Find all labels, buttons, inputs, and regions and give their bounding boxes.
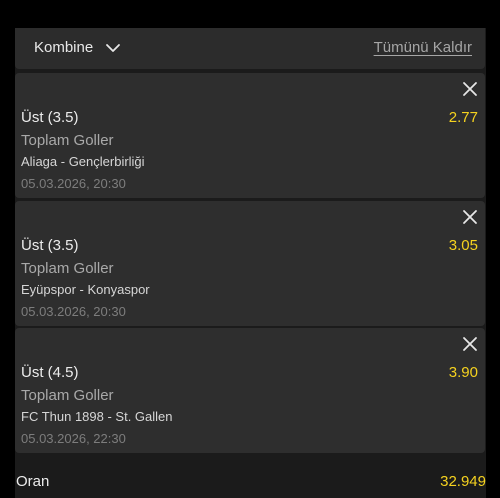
bet-market: Toplam Goller (21, 260, 114, 277)
bet-datetime: 05.03.2026, 20:30 (21, 304, 126, 319)
chevron-down-icon[interactable] (105, 40, 121, 56)
bet-selection: Üst (4.5) (21, 364, 79, 381)
bet-match: Eyüpspor - Konyaspor (21, 282, 150, 297)
close-icon[interactable] (462, 209, 478, 225)
bet-card: Üst (3.5) 3.05 Toplam Goller Eyüpspor - … (15, 201, 485, 326)
clear-all-link[interactable]: Tümünü Kaldır (374, 39, 472, 56)
bet-datetime: 05.03.2026, 22:30 (21, 431, 126, 446)
bet-match: Aliaga - Gençlerbirliği (21, 154, 145, 169)
bet-market: Toplam Goller (21, 132, 114, 149)
bet-odds: 3.05 (448, 237, 478, 254)
bet-datetime: 05.03.2026, 20:30 (21, 176, 126, 191)
betslip-header: Kombine Tümünü Kaldır (15, 28, 485, 69)
total-odds-value: 32.949 (440, 473, 486, 490)
close-icon[interactable] (462, 81, 478, 97)
bet-odds: 2.77 (448, 109, 478, 126)
bet-market: Toplam Goller (21, 387, 114, 404)
bet-card: Üst (3.5) 2.77 Toplam Goller Aliaga - Ge… (15, 73, 485, 198)
close-icon[interactable] (462, 336, 478, 352)
bet-match: FC Thun 1898 - St. Gallen (21, 409, 173, 424)
bet-selection: Üst (3.5) (21, 237, 79, 254)
bet-type-label[interactable]: Kombine (34, 39, 93, 56)
bet-odds: 3.90 (448, 364, 478, 381)
bet-selection: Üst (3.5) (21, 109, 79, 126)
total-odds-label: Oran (16, 473, 50, 490)
bet-card: Üst (4.5) 3.90 Toplam Goller FC Thun 189… (15, 328, 485, 453)
